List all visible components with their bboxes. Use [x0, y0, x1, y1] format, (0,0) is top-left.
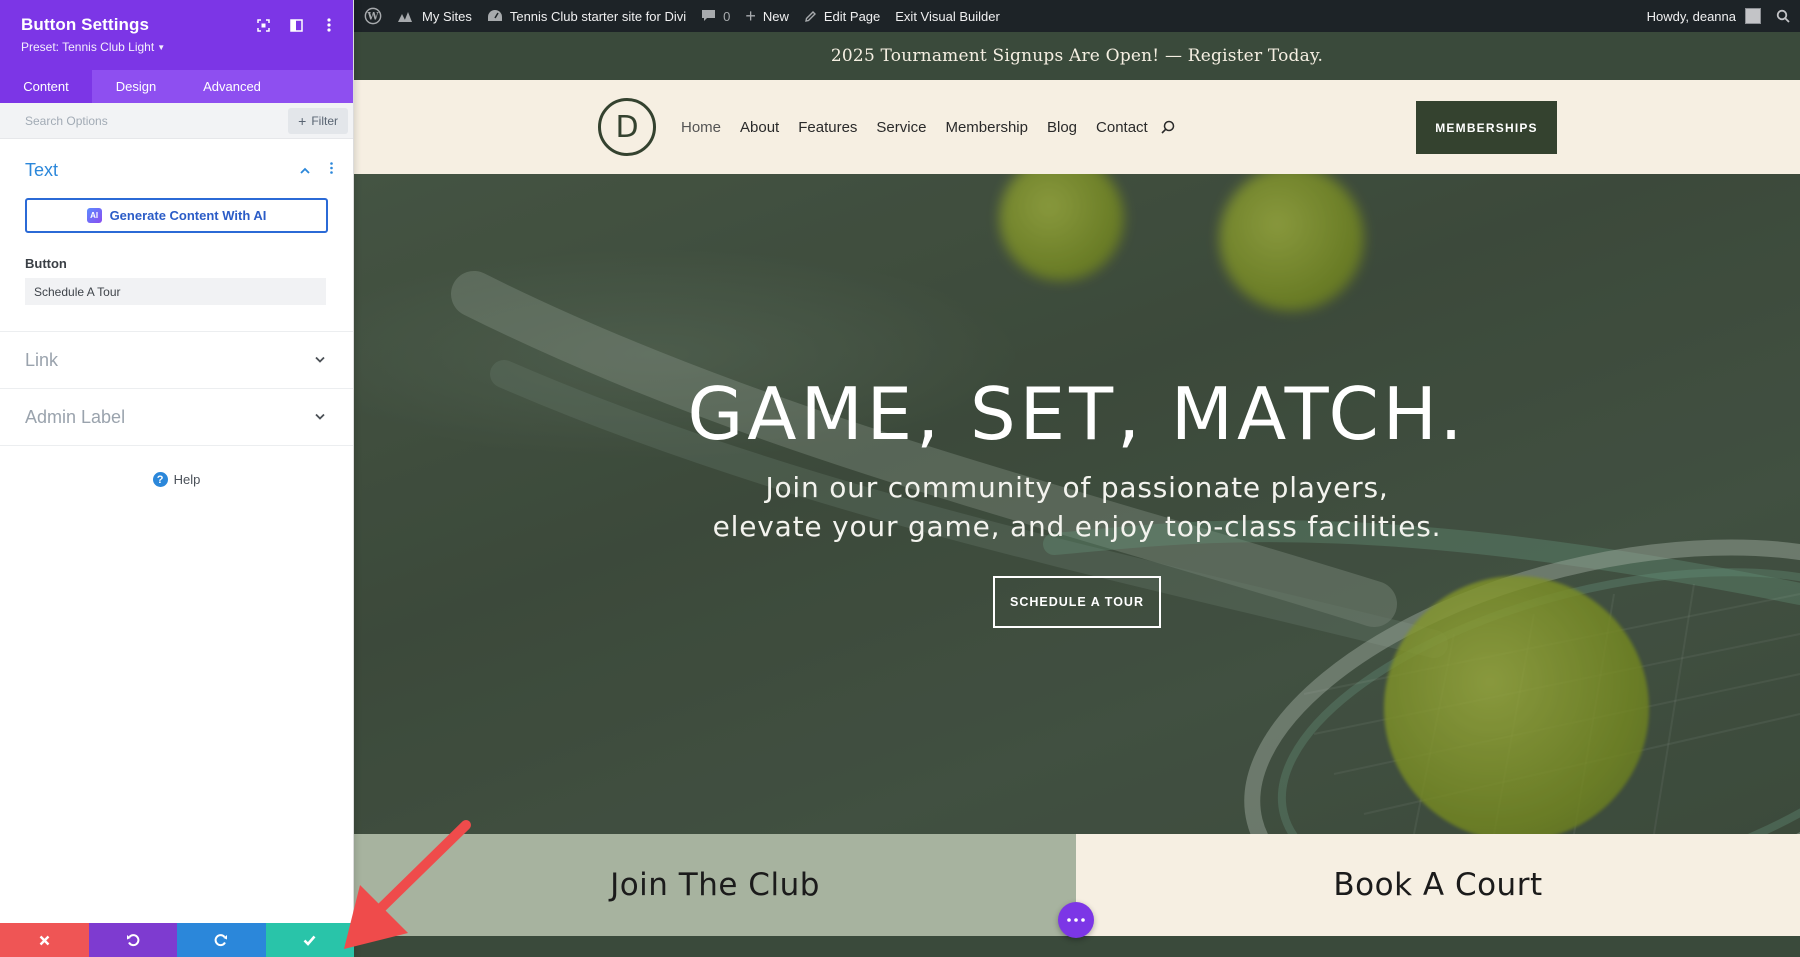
generate-content-ai-label: Generate Content With AI — [109, 208, 267, 223]
page-settings-button[interactable] — [1058, 902, 1094, 938]
generate-content-ai-button[interactable]: AI Generate Content With AI — [25, 198, 328, 233]
chevron-up-icon — [300, 161, 310, 179]
schedule-a-tour-button[interactable]: SCHEDULE A TOUR — [993, 576, 1161, 628]
edit-page-link[interactable]: Edit Page — [804, 9, 880, 24]
hero-title: GAME, SET, MATCH. — [687, 372, 1467, 456]
checkmark-icon — [303, 935, 316, 946]
redo-icon — [214, 934, 228, 947]
join-the-club-link[interactable]: Join The Club — [354, 834, 1076, 936]
menu-item-features[interactable]: Features — [798, 119, 857, 136]
footer-strip — [354, 936, 1800, 957]
menu-item-service[interactable]: Service — [876, 119, 926, 136]
chevron-down-icon — [315, 356, 325, 364]
link-toggle: Link — [0, 332, 353, 389]
close-icon — [39, 935, 50, 945]
panel-tabs: Content Design Advanced — [0, 70, 353, 103]
comment-icon — [701, 9, 716, 23]
text-toggle-header[interactable]: Text — [0, 145, 353, 195]
help-label: Help — [173, 472, 201, 487]
admin-label-toggle: Admin Label — [0, 389, 353, 446]
tab-design[interactable]: Design — [92, 70, 180, 103]
ai-icon: AI — [86, 208, 102, 223]
site-header: D Home About Features Service Membership… — [354, 80, 1800, 174]
edit-page-label: Edit Page — [823, 8, 881, 24]
more-options-icon[interactable] — [321, 17, 337, 33]
exit-visual-builder-link[interactable]: Exit Visual Builder — [895, 9, 1000, 24]
my-sites-icon — [397, 9, 415, 23]
svg-text:W: W — [366, 12, 379, 23]
hero-subtitle-line: elevate your game, and enjoy top-class f… — [712, 510, 1442, 543]
howdy-user-label[interactable]: Howdy, deanna — [1647, 9, 1736, 24]
menu-item-home[interactable]: Home — [681, 119, 721, 136]
my-sites-label: My Sites — [422, 8, 472, 24]
wordpress-logo[interactable]: W — [364, 7, 382, 25]
menu-item-membership[interactable]: Membership — [945, 119, 1028, 136]
split-view-icon[interactable] — [288, 17, 304, 33]
button-text-input[interactable] — [25, 278, 326, 305]
avatar[interactable] — [1745, 8, 1761, 24]
link-toggle-title: Link — [25, 349, 59, 370]
memberships-button[interactable]: MEMBERSHIPS — [1416, 101, 1557, 154]
caret-down-icon: ▼ — [157, 43, 166, 53]
text-toggle-title: Text — [25, 159, 59, 180]
search-options-input[interactable] — [25, 113, 289, 128]
undo-button[interactable] — [88, 923, 177, 957]
help-icon: ? — [152, 472, 168, 487]
book-a-court-link[interactable]: Book A Court — [1076, 834, 1800, 936]
plus-icon: + — [298, 112, 307, 129]
promo-bar: 2025 Tournament Signups Are Open! — Regi… — [354, 32, 1800, 80]
hero-subtitle: Join our community of passionate players… — [354, 468, 1800, 546]
expand-icon[interactable] — [255, 17, 271, 33]
plus-icon: + — [745, 6, 756, 26]
menu-item-about[interactable]: About — [740, 119, 779, 136]
save-button[interactable] — [265, 923, 354, 957]
site-name-menu[interactable]: Tennis Club starter site for Divi — [487, 9, 686, 24]
search-icon[interactable] — [1776, 9, 1790, 23]
panel-header: Button Settings Preset: Tennis Club Ligh… — [0, 0, 353, 70]
comments-count: 0 — [723, 8, 731, 24]
exit-visual-builder-label: Exit Visual Builder — [895, 8, 1000, 24]
undo-icon — [126, 934, 140, 947]
wp-admin-bar: W My Sites Tennis Club starter site for … — [354, 0, 1800, 32]
button-field-label: Button — [25, 256, 67, 271]
filter-button[interactable]: + Filter — [288, 107, 348, 134]
link-toggle-header[interactable]: Link — [0, 332, 353, 388]
search-options-bar: + Filter — [0, 103, 353, 139]
admin-label-toggle-title: Admin Label — [25, 406, 126, 427]
text-toggle: Text AI Generate Content With AI Button — [0, 145, 353, 332]
logo-letter: D — [615, 109, 639, 145]
chevron-down-icon — [315, 413, 325, 421]
preset-selector[interactable]: Preset: Tennis Club Light ▼ — [21, 40, 332, 54]
new-label: New — [762, 8, 789, 24]
admin-label-toggle-header[interactable]: Admin Label — [0, 389, 353, 445]
tab-content[interactable]: Content — [0, 70, 92, 103]
my-sites-menu[interactable]: My Sites — [397, 9, 472, 24]
discard-button[interactable] — [0, 923, 89, 957]
more-horizontal-icon — [1067, 918, 1085, 922]
comments-menu[interactable]: 0 — [701, 9, 730, 24]
promo-text: 2025 Tournament Signups Are Open! — Regi… — [830, 46, 1324, 66]
dashboard-icon — [487, 9, 503, 23]
hero-section: GAME, SET, MATCH. Join our community of … — [354, 174, 1800, 834]
pencil-icon — [804, 10, 817, 23]
tab-advanced[interactable]: Advanced — [180, 70, 284, 103]
redo-button[interactable] — [177, 923, 266, 957]
main-menu: Home About Features Service Membership B… — [681, 80, 1175, 174]
site-name-label: Tennis Club starter site for Divi — [509, 8, 687, 24]
preset-label: Preset: Tennis Club Light — [21, 40, 155, 54]
button-settings-panel: Button Settings Preset: Tennis Club Ligh… — [0, 0, 354, 957]
search-icon[interactable] — [1161, 120, 1175, 134]
menu-item-blog[interactable]: Blog — [1047, 119, 1077, 136]
site-logo[interactable]: D — [598, 98, 656, 156]
hero-subtitle-line: Join our community of passionate players… — [765, 471, 1389, 504]
site-preview: 2025 Tournament Signups Are Open! — Regi… — [354, 32, 1800, 957]
panel-footer — [0, 923, 354, 957]
wordpress-icon: W — [364, 7, 382, 25]
new-content-menu[interactable]: + New — [745, 7, 789, 25]
filter-label: Filter — [311, 113, 338, 128]
toggle-menu-icon[interactable] — [330, 161, 333, 179]
menu-item-contact[interactable]: Contact — [1096, 119, 1148, 136]
help-link[interactable]: ? Help — [0, 472, 353, 487]
